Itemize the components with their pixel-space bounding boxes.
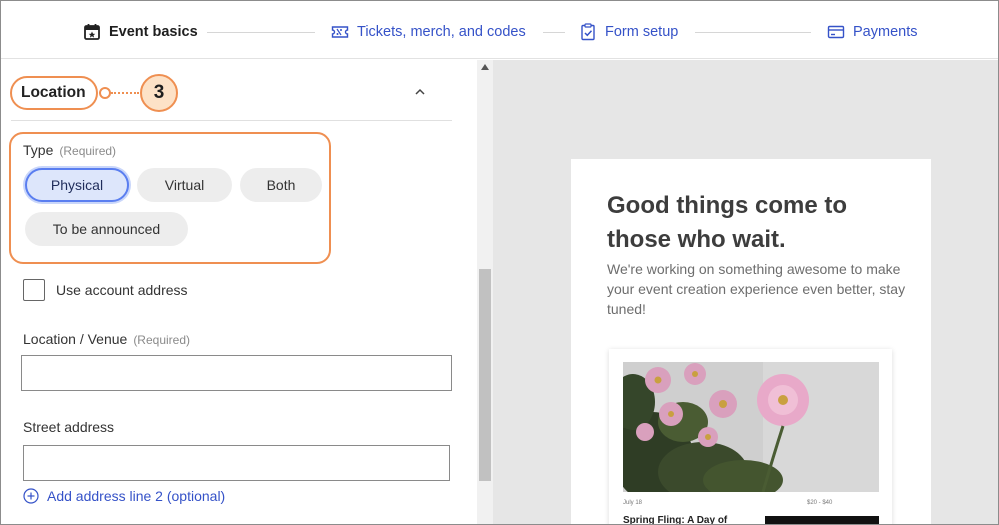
step-event-basics[interactable]: Event basics	[83, 21, 198, 43]
type-option-label: Both	[266, 177, 296, 193]
type-option-physical[interactable]: Physical	[25, 168, 129, 202]
progress-stepper: Event basics Tickets, merch, and codes F…	[1, 1, 998, 59]
credit-card-icon	[827, 25, 845, 39]
step-label: Form setup	[605, 24, 679, 40]
event-price: $20 - $40	[807, 500, 833, 506]
type-label-text: Type	[23, 142, 54, 158]
required-hint: (Required)	[59, 144, 117, 158]
venue-label-text: Location / Venue	[23, 331, 128, 347]
type-option-virtual[interactable]: Virtual	[137, 168, 232, 202]
step-form-setup[interactable]: Form setup	[579, 21, 678, 43]
type-option-label: To be announced	[52, 221, 161, 237]
scrollbar-thumb[interactable]	[479, 269, 491, 481]
venue-input[interactable]	[21, 355, 452, 391]
callout-number-badge: 3	[140, 74, 178, 112]
clipboard-check-icon	[581, 23, 595, 41]
event-flower-image	[623, 362, 879, 492]
event-preview-pane: Good things come to those who wait. We'r…	[493, 60, 998, 525]
app-window: Event basics Tickets, merch, and codes F…	[0, 0, 999, 525]
required-hint: (Required)	[133, 333, 191, 347]
add-address-line-link[interactable]: Add address line 2 (optional)	[23, 487, 225, 505]
event-preview-card: July 18 $20 - $40 Spring Fling: A Day of	[609, 349, 892, 525]
type-option-label: Physical	[50, 177, 104, 193]
step-connector	[543, 32, 565, 33]
use-account-address-checkbox[interactable]	[23, 279, 45, 301]
step-connector	[207, 32, 315, 33]
step-payments[interactable]: Payments	[827, 21, 917, 43]
step-label: Payments	[853, 24, 918, 40]
event-form-panel: Location 3 Type (Required) Physical Virtu…	[1, 60, 477, 524]
callout-connector-line	[111, 92, 139, 94]
type-label: Type (Required)	[23, 142, 116, 158]
preview-card: Good things come to those who wait. We'r…	[571, 159, 931, 525]
form-scrollbar[interactable]	[477, 60, 493, 524]
section-divider	[11, 120, 452, 121]
ticket-icon	[331, 26, 349, 38]
preview-subtext: We're working on something awesome to ma…	[607, 261, 906, 317]
preview-headline: Good things come to those who wait.	[607, 192, 847, 253]
street-address-label: Street address	[23, 419, 115, 435]
plus-circle-icon	[23, 488, 39, 504]
add-address-line-label: Add address line 2 (optional)	[47, 488, 226, 504]
event-register-button	[765, 516, 879, 524]
type-option-both[interactable]: Both	[240, 168, 322, 202]
chevron-up-icon[interactable]	[412, 84, 428, 100]
venue-label: Location / Venue (Required)	[23, 331, 190, 347]
type-option-label: Virtual	[164, 177, 205, 193]
event-title: Spring Fling: A Day of	[623, 515, 728, 525]
calendar-star-icon	[84, 24, 100, 40]
section-title: Location	[21, 84, 86, 101]
scroll-up-arrow-icon[interactable]	[481, 64, 489, 70]
callout-connector-dot	[99, 87, 111, 99]
step-tickets[interactable]: Tickets, merch, and codes	[331, 21, 526, 43]
use-account-address-label: Use account address	[56, 282, 188, 298]
step-connector	[695, 32, 811, 33]
street-address-input[interactable]	[23, 445, 450, 481]
step-label: Tickets, merch, and codes	[357, 24, 526, 40]
type-option-to-be-announced[interactable]: To be announced	[25, 212, 188, 246]
step-label: Event basics	[109, 24, 198, 40]
event-date: July 18	[623, 500, 643, 506]
